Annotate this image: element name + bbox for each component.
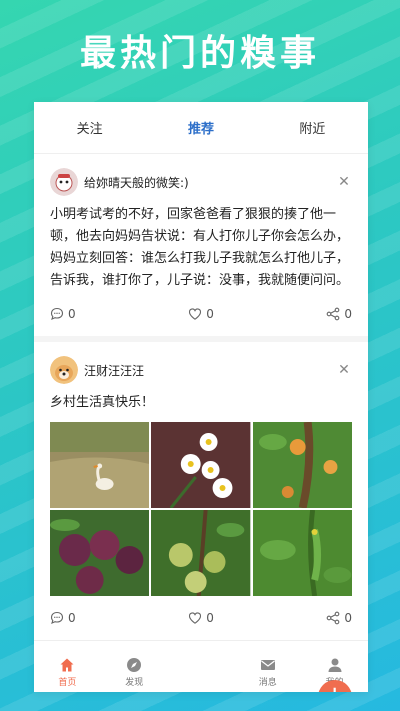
photo-plums[interactable] [50,510,150,596]
plus-icon: + [324,681,346,692]
share-count: 0 [344,611,353,625]
share-icon [327,611,340,625]
share-button[interactable]: 0 [251,611,352,625]
share-button[interactable]: 0 [251,307,352,321]
post-card: 给妳晴天般的微笑:) ✕ 小明考试考的不好，回家爸爸看了狠狠的揍了他一顿，他去向… [34,160,368,342]
photo-peppers[interactable] [252,509,352,597]
like-count: 0 [206,611,214,625]
share-count: 0 [344,307,353,321]
post-text: 乡村生活真快乐！ [50,395,155,410]
compass-icon [127,658,142,672]
tab-nearby[interactable]: 附近 [257,118,368,137]
heart-icon [189,308,202,320]
post-text: 小明考试考的不好，回家爸爸看了狠狠的揍了他一顿，他去向妈妈告状说：有人打你儿子你… [50,207,350,288]
tab-bar: 关注 推荐 附近 [34,102,368,154]
mail-icon [260,660,275,670]
avatar[interactable] [50,356,78,384]
like-button[interactable]: 0 [151,307,252,321]
comment-button[interactable]: 0 [50,307,151,321]
hero-title: 最热门的糗事 [79,33,320,74]
comment-icon [50,307,64,320]
nav-messages[interactable]: 消息 [234,657,301,692]
photo-green-fruits[interactable] [151,509,251,597]
comment-button[interactable]: 0 [50,611,151,625]
nav-messages-label: 消息 [258,678,277,688]
avatar[interactable] [50,168,78,196]
home-icon [60,658,74,672]
like-button[interactable]: 0 [151,611,252,625]
nav-home-label: 首页 [58,678,77,688]
tab-following[interactable]: 关注 [34,118,145,137]
photo-grid [50,421,352,597]
post-username[interactable]: 给妳晴天般的微笑:) [84,174,336,191]
post-username[interactable]: 汪财汪汪汪 [84,362,336,379]
like-count: 0 [206,307,214,321]
comment-count: 0 [68,611,76,625]
tab-recommended[interactable]: 推荐 [145,118,256,137]
photo-daisies[interactable] [151,422,251,509]
bottom-nav: 首页 发现 + 消息 我的 [34,640,368,692]
photo-goose[interactable] [50,422,150,508]
photo-fruit-tree[interactable] [252,421,352,509]
post-header: 给妳晴天般的微笑:) ✕ [50,160,352,204]
user-icon [328,658,342,672]
post-header: 汪财汪汪汪 ✕ [50,348,352,392]
app-screen: 关注 推荐 附近 给妳晴天般的微笑:) ✕ 小明考试考的不好，回家爸爸看了狠狠的… [34,102,368,692]
heart-icon [189,612,202,624]
nav-post: + [168,680,352,692]
share-icon [327,307,340,321]
post-actions: 0 0 0 [50,292,352,336]
nav-home[interactable]: 首页 [34,657,101,692]
post-actions: 0 0 0 [50,596,352,640]
comment-count: 0 [68,307,76,321]
comment-icon [50,611,64,624]
close-icon[interactable]: ✕ [336,174,352,190]
close-icon[interactable]: ✕ [336,362,352,378]
nav-discover-label: 发现 [125,678,144,688]
nav-discover[interactable]: 发现 [101,657,168,692]
post-card: 汪财汪汪汪 ✕ 乡村生活真快乐！ 0 0 0 [34,348,368,640]
